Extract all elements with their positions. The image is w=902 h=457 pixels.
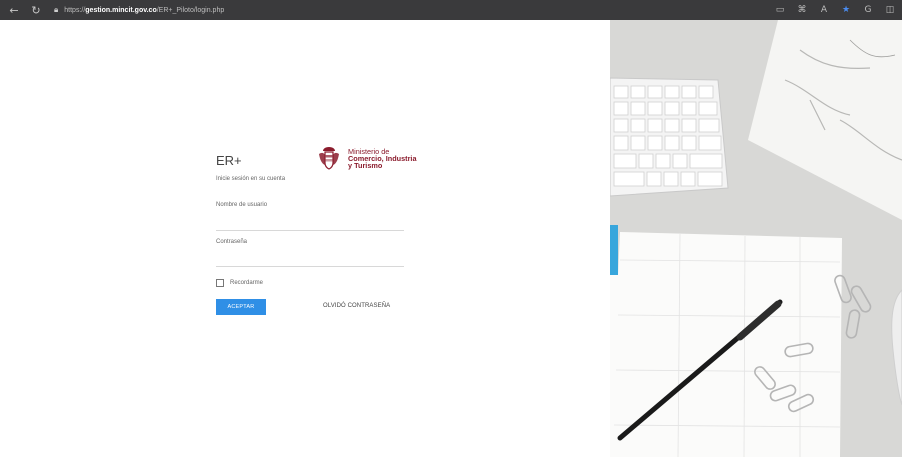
coat-of-arms-icon [319, 147, 339, 170]
url-prefix: https:// [64, 6, 86, 14]
background-photo [610, 20, 902, 457]
desk-photo-illustration [610, 20, 902, 457]
accept-button[interactable]: ACEPTAR [216, 299, 266, 315]
ministry-logo: Ministerio de Comercio, Industria y Turi… [316, 145, 417, 171]
favorites-star-icon[interactable]: ★ [838, 2, 854, 18]
refresh-icon[interactable]: ↻ [28, 2, 44, 18]
ministry-name: Ministerio de Comercio, Industria y Turi… [348, 147, 417, 170]
browser-toolbar: ← ↻ 🔒︎ https://gestion.mincit.gov.co/ER+… [0, 0, 902, 20]
password-input[interactable] [216, 253, 404, 265]
username-label: Nombre de usuario [216, 202, 268, 208]
tab-icon[interactable]: ▭ [772, 2, 788, 18]
remember-me[interactable]: Recordarme [216, 279, 263, 287]
username-underline [216, 230, 404, 231]
login-panel: ER+ Inicie sesión en su cuenta Ministeri… [0, 20, 610, 457]
collections-icon[interactable]: G [860, 2, 876, 18]
read-aloud-icon[interactable]: A [816, 2, 832, 18]
remember-checkbox[interactable] [216, 279, 224, 287]
password-underline [216, 266, 404, 267]
browser-tools: ▭ ⌘ A ★ G ◫ [766, 2, 898, 18]
login-subtitle: Inicie sesión en su cuenta [216, 176, 286, 182]
username-input[interactable] [216, 217, 404, 229]
page-content: ER+ Inicie sesión en su cuenta Ministeri… [0, 20, 902, 457]
url-path: /ER+_Piloto/login.php [156, 6, 225, 14]
remember-label: Recordarme [230, 280, 264, 286]
url-domain: gestion.mincit.gov.co [85, 6, 157, 14]
back-arrow-icon[interactable]: ← [6, 2, 22, 18]
password-label: Contraseña [216, 239, 248, 245]
ministry-name-line3: y Turismo [348, 160, 383, 170]
address-bar[interactable]: 🔒︎ https://gestion.mincit.gov.co/ER+_Pil… [54, 3, 224, 17]
split-screen-icon[interactable]: ◫ [882, 2, 898, 18]
forgot-password-link[interactable]: OLVIDÓ CONTRASEÑA [323, 303, 390, 309]
app-title: ER+ [216, 153, 242, 168]
extensions-icon[interactable]: ⌘ [794, 2, 810, 18]
lock-icon: 🔒︎ [54, 5, 59, 14]
